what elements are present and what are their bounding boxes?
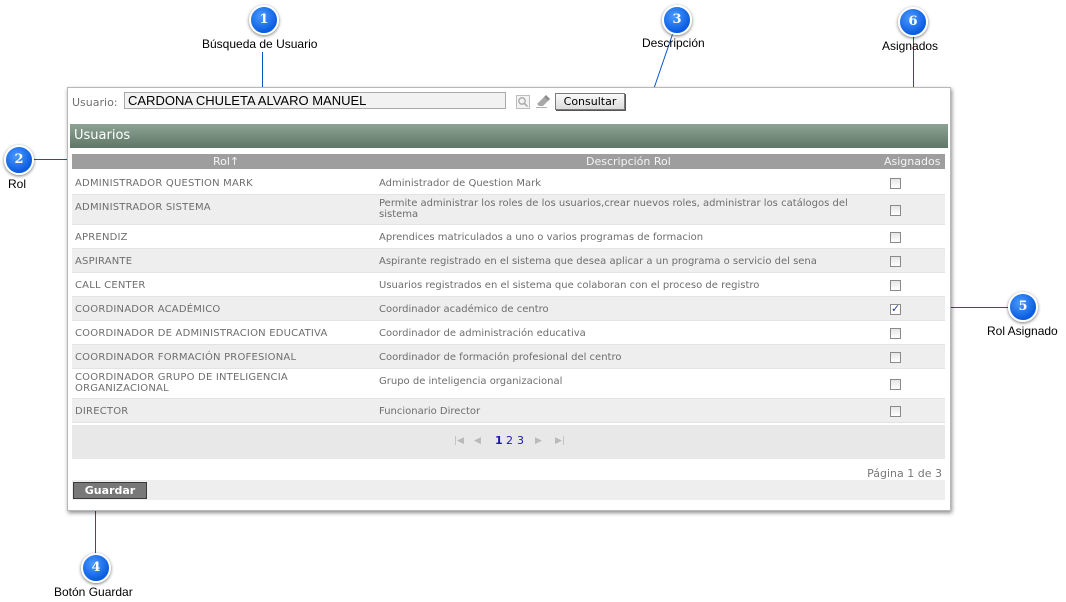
callout-badge-5: 5 <box>1008 292 1038 322</box>
assigned-checkbox[interactable] <box>890 328 901 339</box>
column-header-rol[interactable]: Rol↑ <box>213 155 239 168</box>
guardar-button[interactable]: Guardar <box>73 482 147 499</box>
column-header-descripcion[interactable]: Descripción Rol <box>586 155 671 168</box>
usuario-label: Usuario: <box>72 96 118 109</box>
assigned-checkbox[interactable] <box>890 232 901 243</box>
column-header-asignados[interactable]: Asignados <box>884 155 940 168</box>
role-description: Grupo de inteligencia organizacional <box>379 376 563 387</box>
user-roles-panel: Usuario: CARDONA CHULETA ALVARO MANUEL C… <box>67 87 951 511</box>
role-description: Permite administrar los roles de los usu… <box>379 198 848 220</box>
role-name: DIRECTOR <box>75 406 129 417</box>
pagination-bar: |◀ ◀ 1 2 3 ▶ ▶| <box>72 425 945 459</box>
role-name: ASPIRANTE <box>75 256 133 267</box>
table-row: COORDINADOR GRUPO DE INTELIGENCIA ORGANI… <box>72 369 945 399</box>
table-row: ADMINISTRADOR SISTEMA Permite administrar… <box>72 195 945 225</box>
role-description: Administrador de Question Mark <box>379 178 542 189</box>
table-row: DIRECTOR Funcionario Director <box>72 399 945 423</box>
assigned-checkbox[interactable] <box>890 302 901 315</box>
callout-label-4: Botón Guardar <box>54 585 133 599</box>
callout-badge-4: 4 <box>81 553 111 583</box>
callout-label-5: Rol Asignado <box>987 324 1058 338</box>
role-name: ADMINISTRADOR QUESTION MARK <box>75 178 253 189</box>
table-header-row: Rol↑ Descripción Rol Asignados <box>72 154 945 169</box>
role-name: COORDINADOR FORMACIÓN PROFESIONAL <box>75 352 297 363</box>
page-link-2[interactable]: 2 <box>506 434 513 447</box>
clear-eraser-icon[interactable] <box>535 93 551 109</box>
first-page-icon[interactable]: |◀ <box>454 436 464 446</box>
callout-1-connector <box>262 52 263 88</box>
role-name: CALL CENTER <box>75 280 146 291</box>
role-description: Coordinador de formación profesional del… <box>379 352 622 363</box>
table-row: ASPIRANTE Aspirante registrado en el sist… <box>72 249 945 273</box>
usuarios-section-header: Usuarios <box>70 124 948 148</box>
callout-badge-6: 6 <box>898 7 928 37</box>
assigned-checkbox[interactable] <box>890 379 901 390</box>
callout-label-6: Asignados <box>882 39 939 53</box>
page-link-3[interactable]: 3 <box>517 434 524 447</box>
role-name: COORDINADOR ACADÉMICO <box>75 304 221 315</box>
callout-badge-2: 2 <box>4 145 34 175</box>
role-description: Usuarios registrados en el sistema que c… <box>379 280 760 291</box>
callout-badge-1: 1 <box>249 5 279 35</box>
last-page-icon[interactable]: ▶| <box>555 436 565 446</box>
role-description: Funcionario Director <box>379 406 481 417</box>
role-description: Coordinador académico de centro <box>379 304 549 315</box>
callout-badge-3: 3 <box>662 5 692 35</box>
table-row: CALL CENTER Usuarios registrados en el si… <box>72 273 945 297</box>
assigned-checkbox[interactable] <box>890 205 901 216</box>
table-footer: Guardar <box>72 480 945 500</box>
role-description: Coordinador de administración educativa <box>379 328 586 339</box>
assigned-checkbox[interactable] <box>890 256 901 267</box>
role-name: APRENDIZ <box>75 232 128 243</box>
page-link-1[interactable]: 1 <box>495 434 503 447</box>
table-row: COORDINADOR FORMACIÓN PROFESIONAL Coordin… <box>72 345 945 369</box>
usuario-search-input[interactable]: CARDONA CHULETA ALVARO MANUEL <box>124 92 506 109</box>
table-row: ADMINISTRADOR QUESTION MARK Administrador… <box>72 171 945 195</box>
assigned-checkbox[interactable] <box>890 280 901 291</box>
table-row: APRENDIZ Aprendices matriculados a uno o … <box>72 225 945 249</box>
page-info: Página 1 de 3 <box>867 467 942 480</box>
next-page-icon[interactable]: ▶ <box>535 436 542 446</box>
consultar-button[interactable]: Consultar <box>555 93 625 110</box>
search-icon[interactable] <box>516 94 530 109</box>
table-row: COORDINADOR ACADÉMICO Coordinador académi… <box>72 297 945 321</box>
role-description: Aprendices matriculados a uno o varios p… <box>379 232 704 243</box>
assigned-checkbox[interactable] <box>890 406 901 417</box>
prev-page-icon[interactable]: ◀ <box>474 436 481 446</box>
assigned-checkbox[interactable] <box>890 352 901 363</box>
role-name: COORDINADOR GRUPO DE INTELIGENCIA ORGANI… <box>75 372 288 394</box>
callout-label-3: Descripción <box>642 36 705 50</box>
callout-label-2: Rol <box>8 177 27 191</box>
callout-label-1: Búsqueda de Usuario <box>202 37 318 51</box>
role-description: Aspirante registrado en el sistema que d… <box>379 256 817 267</box>
assigned-checkbox[interactable] <box>890 178 901 189</box>
table-row: COORDINADOR DE ADMINISTRACION EDUCATIVA C… <box>72 321 945 345</box>
role-name: COORDINADOR DE ADMINISTRACION EDUCATIVA <box>75 328 328 339</box>
role-name: ADMINISTRADOR SISTEMA <box>75 202 211 213</box>
